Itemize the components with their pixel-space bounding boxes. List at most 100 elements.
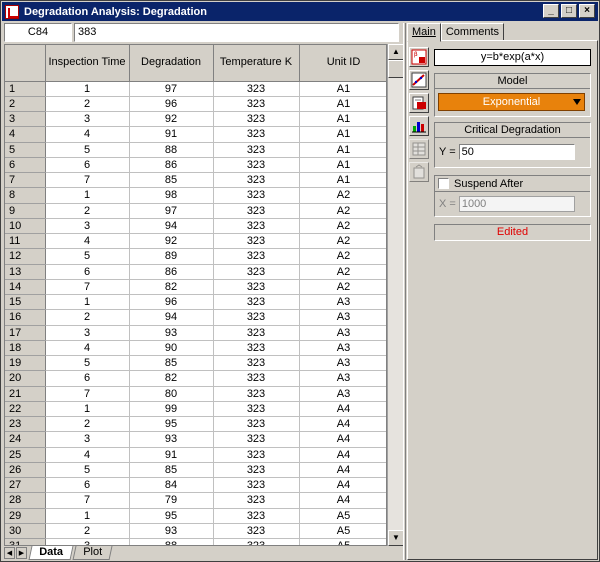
column-header-temperature[interactable]: Temperature K bbox=[213, 45, 300, 82]
minimize-button[interactable]: _ bbox=[543, 4, 559, 18]
inspection-time-cell[interactable]: 2 bbox=[45, 416, 130, 433]
maximize-button[interactable]: □ bbox=[561, 4, 577, 18]
temperature-cell[interactable]: 323 bbox=[213, 340, 300, 357]
degradation-cell[interactable]: 97 bbox=[129, 203, 214, 219]
bar-chart-icon[interactable] bbox=[409, 116, 429, 136]
temperature-cell[interactable]: 323 bbox=[213, 187, 300, 204]
table-row[interactable]: 6 6 86 323 A1 bbox=[5, 157, 386, 174]
unit-id-cell[interactable]: A4 bbox=[299, 431, 386, 448]
unit-id-cell[interactable]: A1 bbox=[299, 96, 386, 113]
row-number[interactable]: 31 bbox=[5, 538, 46, 545]
degradation-cell[interactable]: 91 bbox=[129, 126, 214, 143]
inspection-time-cell[interactable]: 7 bbox=[45, 279, 130, 296]
row-number[interactable]: 1 bbox=[5, 81, 46, 97]
unit-id-cell[interactable]: A5 bbox=[299, 523, 386, 540]
inspection-time-cell[interactable]: 1 bbox=[45, 81, 130, 97]
inspection-time-cell[interactable]: 2 bbox=[45, 309, 130, 326]
unit-id-cell[interactable]: A3 bbox=[299, 370, 386, 387]
inspection-time-cell[interactable]: 2 bbox=[45, 523, 130, 540]
unit-id-cell[interactable]: A4 bbox=[299, 462, 386, 479]
temperature-cell[interactable]: 323 bbox=[213, 538, 300, 545]
unit-id-cell[interactable]: A1 bbox=[299, 157, 386, 174]
unit-id-cell[interactable]: A2 bbox=[299, 233, 386, 250]
temperature-cell[interactable]: 323 bbox=[213, 523, 300, 540]
row-number[interactable]: 20 bbox=[5, 370, 46, 387]
table-row[interactable]: 16 2 94 323 A3 bbox=[5, 309, 386, 326]
suspend-after-checkbox[interactable] bbox=[438, 178, 449, 189]
inspection-time-cell[interactable]: 1 bbox=[45, 508, 130, 524]
table-row[interactable]: 4 4 91 323 A1 bbox=[5, 126, 386, 143]
table-row[interactable]: 24 3 93 323 A4 bbox=[5, 431, 386, 448]
table-row[interactable]: 15 1 96 323 A3 bbox=[5, 294, 386, 311]
row-number[interactable]: 4 bbox=[5, 126, 46, 143]
inspection-time-cell[interactable]: 7 bbox=[45, 492, 130, 509]
degradation-cell[interactable]: 93 bbox=[129, 325, 214, 341]
row-number[interactable]: 18 bbox=[5, 340, 46, 357]
degradation-cell[interactable]: 92 bbox=[129, 233, 214, 250]
row-number[interactable]: 22 bbox=[5, 401, 46, 418]
tab-comments[interactable]: Comments bbox=[440, 23, 505, 41]
row-number[interactable]: 30 bbox=[5, 523, 46, 540]
unit-id-cell[interactable]: A1 bbox=[299, 142, 386, 158]
row-number[interactable]: 13 bbox=[5, 264, 46, 280]
temperature-cell[interactable]: 323 bbox=[213, 157, 300, 174]
scroll-thumb[interactable] bbox=[388, 60, 404, 78]
unit-id-cell[interactable]: A2 bbox=[299, 218, 386, 235]
table-row[interactable]: 1 1 97 323 A1 bbox=[5, 81, 386, 97]
degradation-cell[interactable]: 86 bbox=[129, 264, 214, 280]
table-row[interactable]: 5 5 88 323 A1 bbox=[5, 142, 386, 158]
temperature-cell[interactable]: 323 bbox=[213, 431, 300, 448]
temperature-cell[interactable]: 323 bbox=[213, 294, 300, 311]
inspection-time-cell[interactable]: 5 bbox=[45, 355, 130, 372]
calculate-icon[interactable]: β bbox=[409, 47, 429, 67]
inspection-time-cell[interactable]: 4 bbox=[45, 233, 130, 250]
row-number[interactable]: 27 bbox=[5, 477, 46, 494]
unit-id-cell[interactable]: A4 bbox=[299, 477, 386, 494]
degradation-cell[interactable]: 86 bbox=[129, 157, 214, 174]
inspection-time-cell[interactable]: 2 bbox=[45, 96, 130, 113]
degradation-cell[interactable]: 93 bbox=[129, 431, 214, 448]
cell-reference-field[interactable]: C84 bbox=[4, 23, 72, 42]
vertical-scrollbar[interactable]: ▲ ▼ bbox=[387, 44, 404, 546]
row-number[interactable]: 11 bbox=[5, 233, 46, 250]
row-number[interactable]: 16 bbox=[5, 309, 46, 326]
row-number[interactable]: 5 bbox=[5, 142, 46, 158]
inspection-time-cell[interactable]: 4 bbox=[45, 447, 130, 463]
temperature-cell[interactable]: 323 bbox=[213, 386, 300, 402]
model-dropdown[interactable]: Exponential bbox=[438, 93, 585, 111]
temperature-cell[interactable]: 323 bbox=[213, 81, 300, 97]
degradation-cell[interactable]: 92 bbox=[129, 111, 214, 128]
inspection-time-cell[interactable]: 4 bbox=[45, 340, 130, 357]
inspection-time-cell[interactable]: 3 bbox=[45, 218, 130, 235]
temperature-cell[interactable]: 323 bbox=[213, 477, 300, 494]
table-row[interactable]: 23 2 95 323 A4 bbox=[5, 416, 386, 433]
degradation-cell[interactable]: 99 bbox=[129, 401, 214, 418]
unit-id-cell[interactable]: A2 bbox=[299, 264, 386, 280]
temperature-cell[interactable]: 323 bbox=[213, 248, 300, 265]
row-number[interactable]: 29 bbox=[5, 508, 46, 524]
degradation-cell[interactable]: 90 bbox=[129, 340, 214, 357]
report-icon[interactable] bbox=[409, 93, 429, 113]
sheet-tab-plot[interactable]: Plot bbox=[72, 546, 113, 560]
row-number[interactable]: 17 bbox=[5, 325, 46, 341]
degradation-cell[interactable]: 94 bbox=[129, 309, 214, 326]
unit-id-cell[interactable]: A2 bbox=[299, 279, 386, 296]
unit-id-cell[interactable]: A5 bbox=[299, 538, 386, 545]
unit-id-cell[interactable]: A1 bbox=[299, 172, 386, 189]
degradation-cell[interactable]: 96 bbox=[129, 294, 214, 311]
row-number[interactable]: 3 bbox=[5, 111, 46, 128]
table-row[interactable]: 30 2 93 323 A5 bbox=[5, 523, 386, 540]
row-number[interactable]: 24 bbox=[5, 431, 46, 448]
temperature-cell[interactable]: 323 bbox=[213, 203, 300, 219]
row-number[interactable]: 2 bbox=[5, 96, 46, 113]
table-row[interactable]: 20 6 82 323 A3 bbox=[5, 370, 386, 387]
tab-main[interactable]: Main bbox=[407, 23, 441, 42]
row-number[interactable]: 19 bbox=[5, 355, 46, 372]
table-row[interactable]: 10 3 94 323 A2 bbox=[5, 218, 386, 235]
degradation-cell[interactable]: 95 bbox=[129, 508, 214, 524]
unit-id-cell[interactable]: A3 bbox=[299, 294, 386, 311]
table-row[interactable]: 18 4 90 323 A3 bbox=[5, 340, 386, 357]
table-row[interactable]: 29 1 95 323 A5 bbox=[5, 508, 386, 524]
inspection-time-cell[interactable]: 3 bbox=[45, 325, 130, 341]
close-button[interactable]: × bbox=[579, 4, 595, 18]
